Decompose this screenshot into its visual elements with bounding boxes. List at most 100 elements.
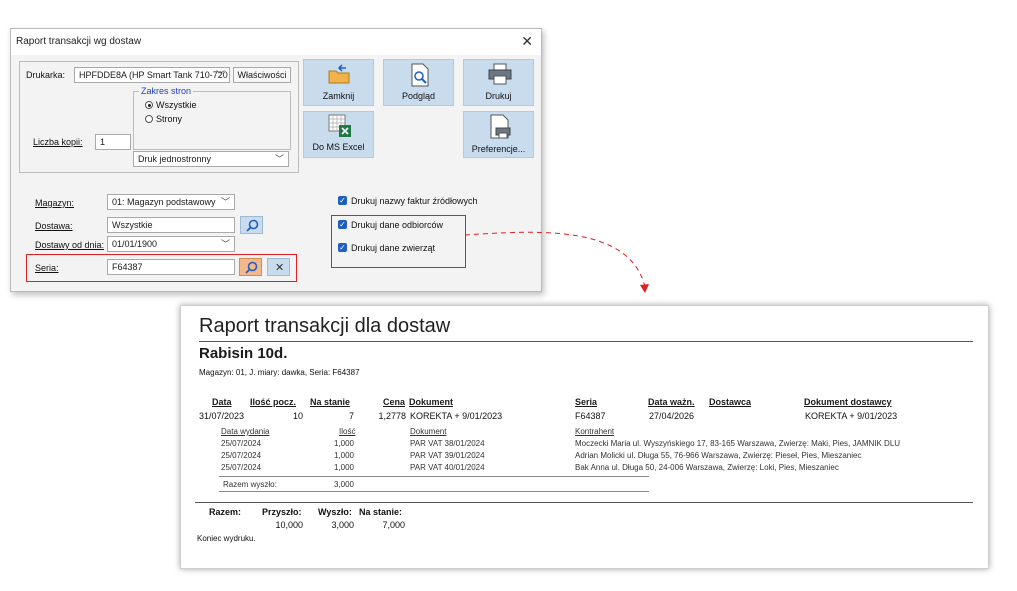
totals-przyszlo-label: Przyszło:: [262, 507, 302, 517]
header-dostawca: Dostawca: [709, 397, 752, 407]
totals-wyszlo-value: 3,000: [331, 520, 354, 530]
delivery-input[interactable]: Wszystkie: [107, 217, 235, 233]
subheader-data-wydania: Data wydania: [221, 427, 270, 436]
totals-przyszlo-value: 10,000: [275, 520, 303, 530]
chevron-down-icon: ﹀: [220, 197, 230, 207]
delivery-label: Dostawa:: [35, 221, 73, 231]
dialog-title: Raport transakcji wg dostaw: [16, 36, 142, 47]
end-text: Koniec wydruku.: [197, 534, 256, 543]
table-row: 31/07/2023 10 7 1,2778 KOREKTA + 9/01/20…: [181, 411, 988, 423]
preferences-button[interactable]: Preferencje...: [463, 111, 534, 158]
header-data: Data: [212, 397, 232, 407]
close-icon[interactable]: ✕: [521, 33, 533, 50]
sub-contractor: Moczecki Maria ul. Wyszyńskiego 17, 83-1…: [575, 439, 901, 448]
totals-rule: [195, 502, 973, 503]
header-na-stanie: Na stanie: [310, 397, 351, 407]
totals-na-stanie-label: Na stanie:: [359, 507, 403, 517]
series-search-button[interactable]: [239, 258, 262, 276]
sub-date: 25/07/2024: [221, 451, 262, 460]
close-icon: ✕: [275, 262, 285, 274]
duplex-select[interactable]: Druk jednostronny ﹀: [133, 151, 289, 167]
checkbox-print-invoice-names[interactable]: ✓: [338, 196, 347, 205]
list-item: 25/07/2024 1,000 PAR VAT 38/01/2024 Mocz…: [181, 439, 988, 450]
close-button[interactable]: Zamknij: [303, 59, 374, 106]
header-data-wazn: Data ważn.: [648, 397, 695, 407]
cell-data: 31/07/2023: [199, 411, 245, 421]
cell-na-stanie: 7: [348, 411, 354, 421]
copies-input[interactable]: 1: [95, 134, 131, 150]
preview-icon: [411, 63, 429, 87]
copies-label: Liczba kopii:: [33, 137, 83, 147]
date-label: Dostawy od dnia:: [35, 240, 105, 250]
totals-razem-label: Razem:: [209, 507, 242, 517]
totals-wyszlo-label: Wyszło:: [318, 507, 352, 517]
sub-date: 25/07/2024: [221, 463, 262, 472]
header-dokument: Dokument: [409, 397, 454, 407]
razem-wyszlo-label: Razem wyszło:: [223, 480, 277, 489]
radio-all[interactable]: [145, 101, 153, 109]
radio-all-label: Wszystkie: [156, 100, 197, 110]
close-button-label: Zamknij: [322, 91, 355, 101]
preferences-button-label: Preferencje...: [471, 144, 526, 154]
title-rule: [199, 341, 973, 342]
printer-label: Drukarka:: [26, 70, 66, 80]
arrow-connector: [464, 231, 649, 293]
checkbox-print-animals[interactable]: ✓: [338, 243, 347, 252]
list-item: 25/07/2024 1,000 PAR VAT 39/01/2024 Adri…: [181, 451, 988, 462]
checkbox-print-recipients-label: Drukuj dane odbiorców: [351, 220, 444, 230]
report-subtitle: Rabisin 10d.: [199, 345, 288, 362]
search-icon: [245, 261, 258, 274]
dialog-titlebar: Raport transakcji wg dostaw ✕: [11, 29, 541, 55]
print-button-label: Drukuj: [485, 91, 512, 101]
chevron-down-icon: ﹀: [215, 70, 225, 80]
cell-dokument-dostawcy: KOREKTA + 9/01/2023: [805, 411, 898, 421]
subheader-kontrahent: Kontrahent: [575, 427, 615, 436]
sub-doc: PAR VAT 40/01/2024: [410, 463, 485, 472]
cell-data-wazn: 27/04/2026: [649, 411, 695, 421]
radio-pages[interactable]: [145, 115, 153, 123]
printer-group: Drukarka: HPFDDE8A (HP Smart Tank 710-72…: [19, 61, 299, 173]
sub-doc: PAR VAT 38/01/2024: [410, 439, 485, 448]
delivery-search-button[interactable]: [240, 216, 263, 234]
date-picker[interactable]: 01/01/1900 ﹀: [107, 236, 235, 252]
preferences-icon: [490, 114, 511, 139]
header-seria: Seria: [575, 397, 598, 407]
printer-value: HPFDDE8A (HP Smart Tank 710-720: [79, 70, 228, 80]
chevron-down-icon: ﹀: [220, 239, 230, 249]
page-range-legend: Zakres stron: [139, 86, 194, 96]
sub-doc: PAR VAT 39/01/2024: [410, 451, 485, 460]
header-cena: Cena: [383, 397, 406, 407]
sub-qty: 1,000: [333, 439, 354, 448]
folder-icon: [328, 64, 350, 84]
excel-button-label: Do MS Excel: [312, 142, 365, 152]
warehouse-select[interactable]: 01: Magazyn podstawowy ﹀: [107, 194, 235, 210]
cell-cena: 1,2778: [378, 411, 406, 421]
totals-na-stanie-value: 7,000: [382, 520, 405, 530]
sub-contractor: Adrian Molicki ul. Długa 55, 76-966 Wars…: [575, 451, 862, 460]
radio-pages-label: Strony: [156, 114, 183, 124]
checkbox-print-recipients[interactable]: ✓: [338, 220, 347, 229]
excel-button[interactable]: Do MS Excel: [303, 111, 374, 158]
cell-dokument: KOREKTA + 9/01/2023: [410, 411, 503, 421]
series-clear-button[interactable]: ✕: [267, 258, 290, 276]
date-value: 01/01/1900: [112, 239, 158, 249]
properties-button[interactable]: Właściwości: [233, 67, 291, 83]
list-item: 25/07/2024 1,000 PAR VAT 40/01/2024 Bak …: [181, 463, 988, 474]
preview-button[interactable]: Podgląd: [383, 59, 454, 106]
sub-contractor: Bak Anna ul. Długa 50, 24-006 Warszawa, …: [575, 463, 839, 472]
report-meta: Magazyn: 01, J. miary: dawka, Seria: F64…: [199, 368, 360, 377]
sub-qty: 1,000: [333, 451, 354, 460]
printer-select[interactable]: HPFDDE8A (HP Smart Tank 710-720 ﹀: [74, 67, 230, 83]
header-ilosc-pocz: Ilość pocz.: [250, 397, 297, 407]
series-input[interactable]: F64387: [107, 259, 235, 275]
duplex-value: Druk jednostronny: [138, 154, 212, 164]
warehouse-value: 01: Magazyn podstawowy: [112, 197, 216, 207]
razem-wyszlo-value: 3,000: [333, 480, 354, 489]
print-button[interactable]: Drukuj: [463, 59, 534, 106]
cell-seria: F64387: [575, 411, 606, 421]
subtotal-rule-bottom: [219, 491, 649, 492]
preview-button-label: Podgląd: [401, 91, 436, 101]
cell-ilosc-pocz: 10: [292, 411, 303, 421]
subheader-dokument: Dokument: [410, 427, 447, 436]
subtotal-rule: [219, 476, 649, 477]
